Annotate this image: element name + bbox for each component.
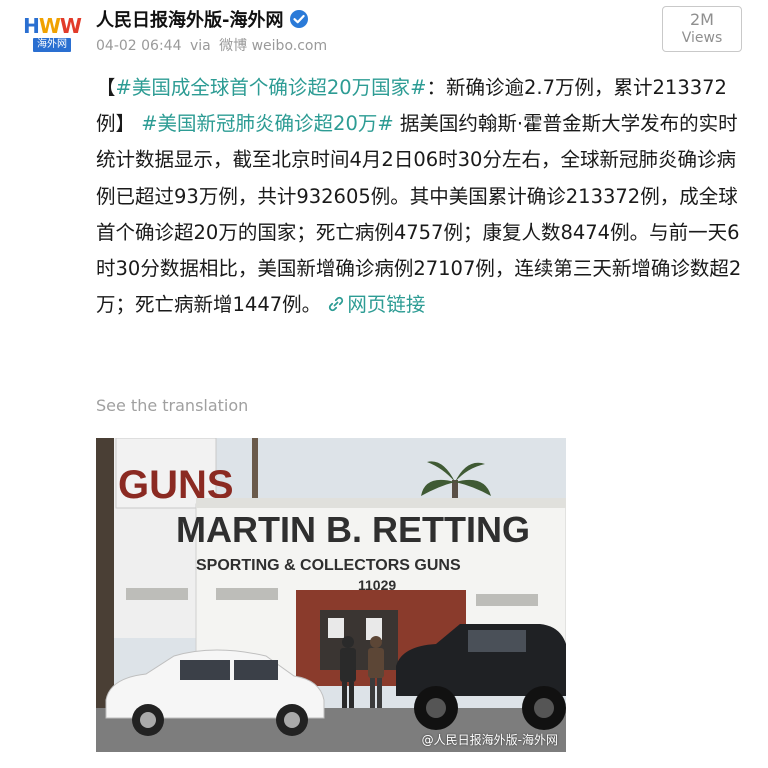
logo-text: HWW bbox=[23, 14, 82, 38]
post-meta: 04-02 06:44 via 微博 weibo.com bbox=[96, 35, 331, 55]
photo-watermark: @人民日报海外版-海外网 bbox=[421, 733, 558, 747]
author-name-row[interactable]: 人民日报海外版-海外网 bbox=[96, 6, 309, 32]
storefront-illustration: GUNS MARTIN B. RETTING SPORTING & COLLEC… bbox=[96, 438, 566, 752]
post-text: 【#美国成全球首个确诊超20万国家#：新确诊逾2.7万例，累计213372例】 … bbox=[96, 70, 746, 323]
post-client[interactable]: 微博 weibo.com bbox=[219, 38, 327, 54]
avatar[interactable]: HWW 海外网 bbox=[22, 8, 82, 60]
web-link-label[interactable]: 网页链接 bbox=[347, 293, 425, 316]
bracket-open: 【 bbox=[96, 76, 116, 99]
post-header: HWW 海外网 人民日报海外版-海外网 04-02 06:44 via 微博 w… bbox=[0, 0, 768, 66]
post-text-part2: 据美国约翰斯·霍普金斯大学发布的实时统计数据显示，截至北京时间4月2日06时30… bbox=[96, 112, 742, 317]
view-count: 2M bbox=[690, 10, 714, 29]
hashtag-us-covid-200k[interactable]: #美国新冠肺炎确诊超20万# bbox=[141, 112, 394, 135]
link-icon bbox=[329, 297, 344, 312]
translate-link[interactable]: See the translation bbox=[96, 396, 248, 415]
via-label: via bbox=[189, 38, 211, 54]
post-timestamp: 04-02 06:44 bbox=[96, 38, 182, 54]
view-label: Views bbox=[681, 30, 723, 46]
sign-sub-text: SPORTING & COLLECTORS GUNS bbox=[196, 557, 461, 574]
view-count-badge: 2M Views bbox=[662, 6, 742, 52]
hashtag-us-first-200k[interactable]: #美国成全球首个确诊超20万国家# bbox=[116, 76, 427, 99]
verified-badge-icon bbox=[289, 9, 309, 29]
post-photo[interactable]: GUNS MARTIN B. RETTING SPORTING & COLLEC… bbox=[96, 438, 566, 752]
author-name[interactable]: 人民日报海外版-海外网 bbox=[96, 6, 283, 32]
web-link[interactable]: 网页链接 bbox=[327, 293, 425, 316]
sign-main-text: MARTIN B. RETTING bbox=[176, 509, 530, 550]
logo-subtext: 海外网 bbox=[33, 38, 71, 52]
